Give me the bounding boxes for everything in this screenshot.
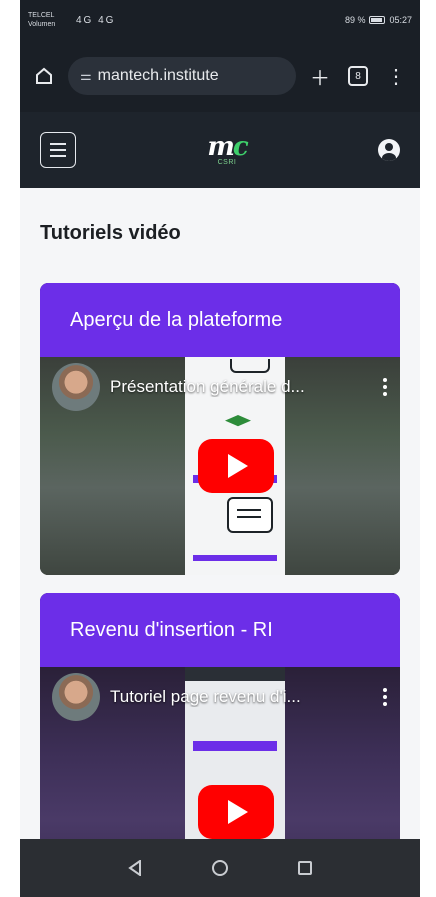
logo-mark: mc	[207, 131, 248, 162]
home-nav-icon[interactable]	[212, 860, 228, 876]
video-title[interactable]: Tutoriel page revenu d'i...	[110, 687, 372, 707]
battery-percent: 89 %	[344, 15, 366, 25]
address-bar[interactable]: ⚌ mantech.institute	[68, 57, 296, 95]
card-header: Aperçu de la plateforme	[40, 283, 400, 357]
video-card: Aperçu de la plateforme Présentation gén…	[40, 283, 400, 575]
card-header: Revenu d'insertion - RI	[40, 593, 400, 667]
channel-avatar[interactable]	[52, 673, 100, 721]
user-account-icon[interactable]	[377, 139, 400, 161]
clock: 05:27	[389, 15, 412, 25]
page-content: Tutoriels vidéo Aperçu de la plateforme …	[20, 222, 420, 885]
screen: TELCEL Volumen 4G 4G 89 % 05:27 ⚌ mantec…	[20, 0, 420, 897]
video-title-bar: Présentation générale d...	[52, 363, 388, 411]
status-bar: TELCEL Volumen 4G 4G 89 % 05:27	[20, 0, 420, 40]
new-tab-icon[interactable]: ＋	[306, 62, 334, 90]
hamburger-menu-button[interactable]	[40, 132, 76, 168]
carrier-sub: Volumen	[28, 21, 56, 28]
more-options-icon[interactable]	[382, 688, 388, 706]
more-options-icon[interactable]	[382, 378, 388, 396]
site-settings-icon[interactable]: ⚌	[80, 68, 92, 84]
back-icon[interactable]	[128, 860, 142, 876]
browser-toolbar: ⚌ mantech.institute ＋ 8 ⋮	[20, 40, 420, 112]
site-logo[interactable]: mc CSRI	[207, 131, 248, 166]
youtube-play-button[interactable]	[198, 439, 274, 493]
video-title-bar: Tutoriel page revenu d'i...	[52, 673, 388, 721]
video-player[interactable]: Présentation générale d...	[40, 357, 400, 575]
video-title[interactable]: Présentation générale d...	[110, 377, 372, 397]
chat-bubble-icon	[227, 497, 273, 533]
browser-menu-icon[interactable]: ⋮	[382, 62, 410, 90]
battery-icon	[369, 16, 386, 24]
tab-count: 8	[348, 66, 368, 86]
site-header: mc CSRI	[20, 112, 420, 188]
logo-text: CSRI	[217, 158, 237, 166]
url-text: mantech.institute	[97, 67, 219, 84]
home-icon[interactable]	[30, 62, 58, 90]
status-right: 89 % 05:27	[345, 15, 412, 25]
tabs-button[interactable]: 8	[344, 62, 372, 90]
youtube-play-button[interactable]	[198, 785, 274, 839]
carrier-name: TELCEL	[28, 12, 55, 19]
channel-avatar[interactable]	[52, 363, 100, 411]
system-nav-bar	[20, 839, 420, 897]
carrier-info: TELCEL Volumen	[28, 11, 70, 29]
recents-icon[interactable]	[298, 861, 312, 875]
phone-frame: TELCEL Volumen 4G 4G 89 % 05:27 ⚌ mantec…	[0, 0, 436, 897]
signal-icon: 4G 4G	[76, 14, 116, 26]
page-title: Tutoriels vidéo	[40, 222, 181, 244]
